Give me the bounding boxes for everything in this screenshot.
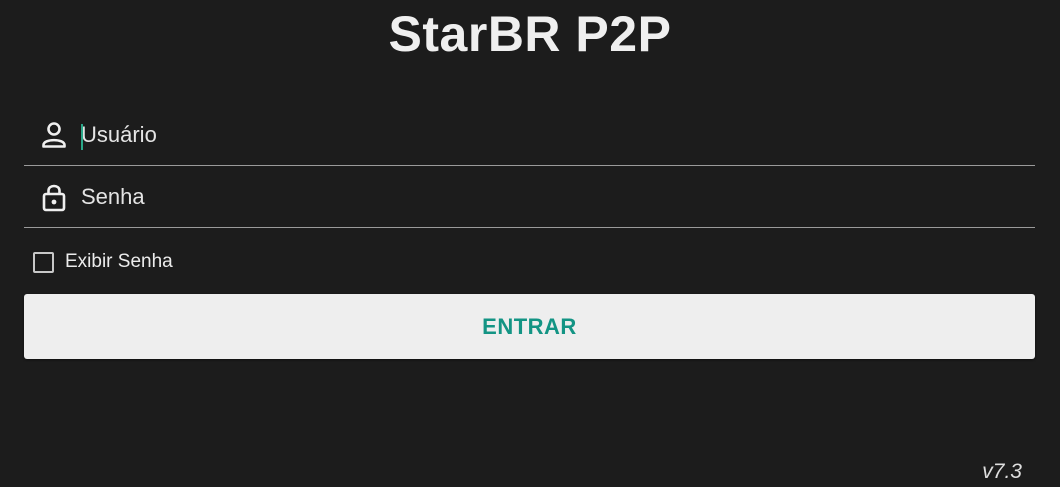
app-title: StarBR P2P	[388, 6, 672, 62]
login-button[interactable]: ENTRAR	[24, 294, 1035, 359]
person-icon	[40, 120, 68, 150]
show-password-option[interactable]: Exibir Senha	[33, 249, 173, 275]
version-label: v7.3	[982, 460, 1022, 483]
username-input[interactable]	[81, 106, 1021, 164]
password-input[interactable]	[81, 168, 1021, 226]
show-password-label: Exibir Senha	[65, 251, 173, 272]
username-field[interactable]	[24, 106, 1035, 166]
text-cursor	[81, 124, 83, 150]
lock-icon	[40, 182, 68, 212]
password-field[interactable]	[24, 168, 1035, 228]
show-password-checkbox[interactable]	[33, 251, 54, 273]
